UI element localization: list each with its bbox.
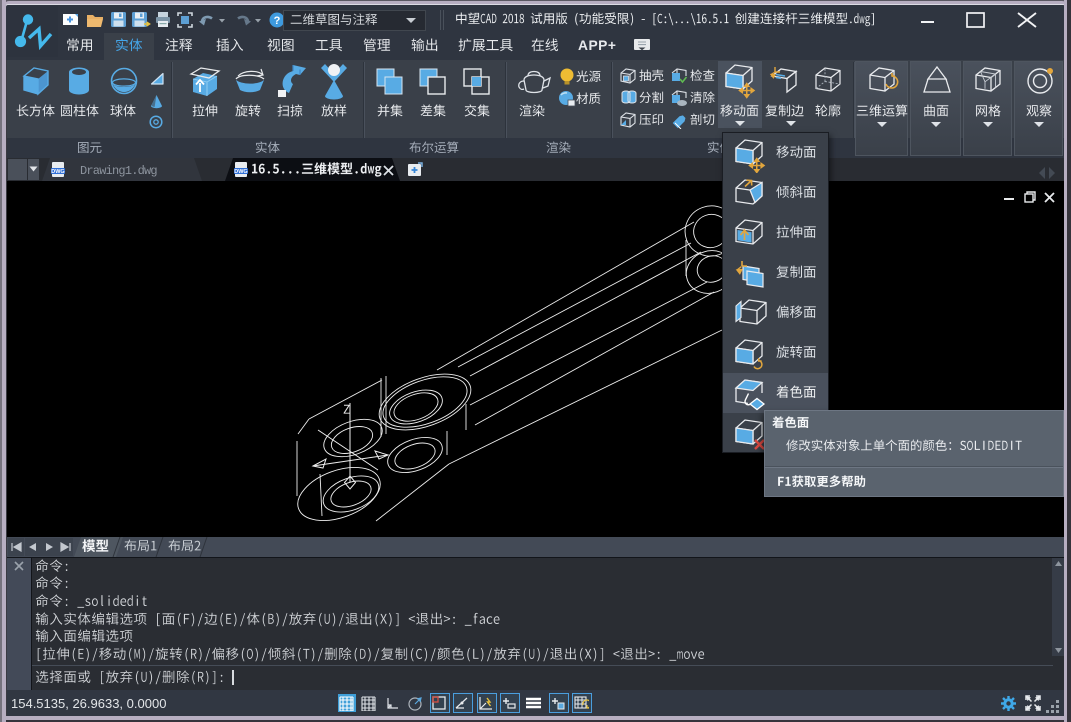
svg-text:?: ?: [274, 15, 281, 27]
svg-text:DWG: DWG: [51, 169, 64, 175]
svg-text:DWG: DWG: [234, 169, 247, 175]
